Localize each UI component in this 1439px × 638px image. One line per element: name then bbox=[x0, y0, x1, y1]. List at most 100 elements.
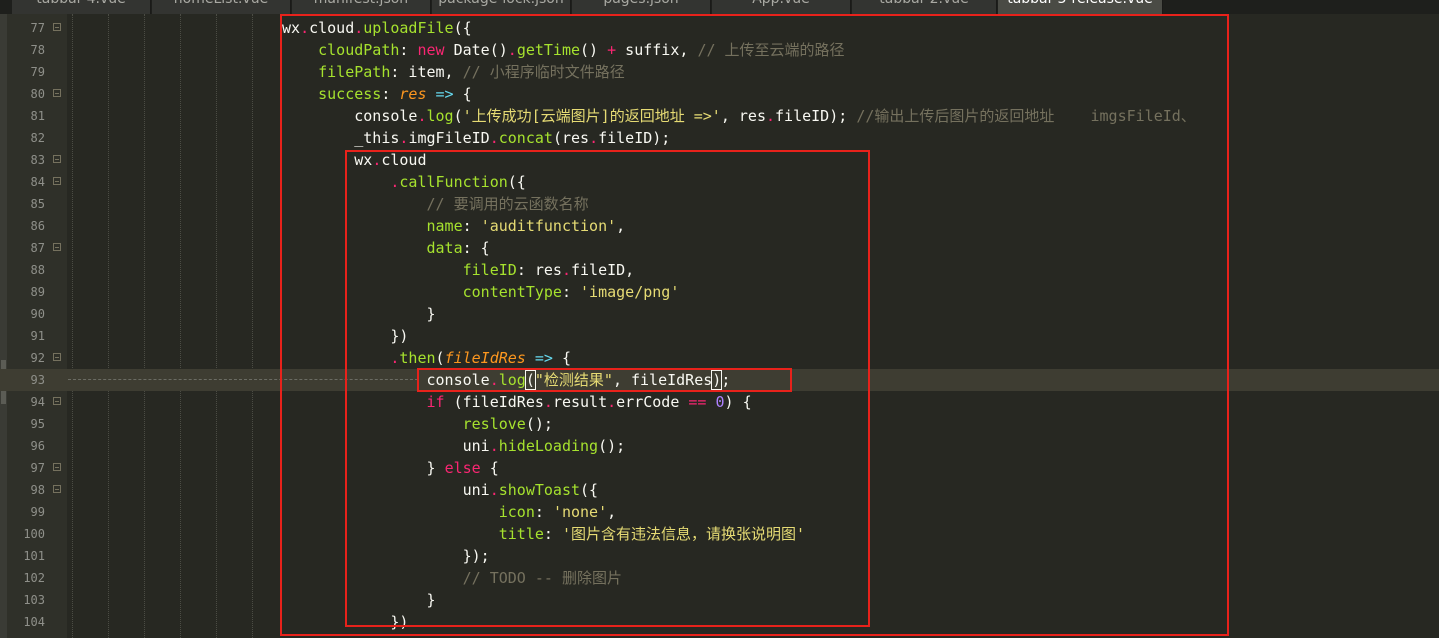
code-line[interactable]: 78 cloudPath: new Date().getTime() + suf… bbox=[0, 39, 1439, 61]
code-line[interactable]: 81 console.log('上传成功[云端图片]的返回地址 =>', res… bbox=[0, 105, 1439, 127]
code-line[interactable]: 82 _this.imgFileID.concat(res.fileID); bbox=[0, 127, 1439, 149]
code-text: } bbox=[282, 303, 435, 325]
code-line[interactable]: 101 }); bbox=[0, 545, 1439, 567]
code-line[interactable]: 90 } bbox=[0, 303, 1439, 325]
code-line[interactable]: 100 title: '图片含有违法信息，请换张说明图' bbox=[0, 523, 1439, 545]
code-text: console.log('上传成功[云端图片]的返回地址 =>', res.fi… bbox=[282, 105, 1196, 127]
line-number: 90 bbox=[30, 307, 45, 321]
code-line[interactable]: 102 // TODO -- 删除图片 bbox=[0, 567, 1439, 589]
code-token: if bbox=[426, 393, 445, 411]
fold-toggle-icon[interactable] bbox=[53, 397, 61, 405]
tab-2[interactable]: manifest.json bbox=[292, 0, 431, 14]
code-line[interactable]: 80 success: res => { bbox=[0, 83, 1439, 105]
fold-toggle-icon[interactable] bbox=[53, 243, 61, 251]
code-text: title: '图片含有违法信息，请换张说明图' bbox=[282, 523, 805, 545]
code-line[interactable]: 96 uni.hideLoading(); bbox=[0, 435, 1439, 457]
code-text: .callFunction({ bbox=[282, 171, 525, 193]
code-line[interactable]: 83 wx.cloud bbox=[0, 149, 1439, 171]
code-token: fileID, bbox=[571, 261, 635, 279]
code-token: ) bbox=[711, 370, 723, 390]
line-number: 82 bbox=[30, 131, 45, 145]
code-token: } bbox=[282, 591, 436, 609]
code-token: 'none' bbox=[552, 503, 608, 521]
code-token: : bbox=[381, 85, 400, 103]
code-token: '上传成功[云端图片]的返回地址 =>' bbox=[462, 107, 721, 125]
line-number: 99 bbox=[30, 505, 45, 519]
fold-toggle-icon[interactable] bbox=[53, 485, 61, 493]
fold-toggle-icon[interactable] bbox=[53, 463, 61, 471]
code-line[interactable]: 103 } bbox=[0, 589, 1439, 611]
fold-toggle-icon[interactable] bbox=[53, 177, 61, 185]
code-token: result bbox=[552, 393, 608, 411]
code-line[interactable]: 99 icon: 'none', bbox=[0, 501, 1439, 523]
tab-1[interactable]: homeList.vue bbox=[152, 0, 291, 14]
code-token: . bbox=[489, 437, 499, 455]
code-line[interactable]: 88 fileID: res.fileID, bbox=[0, 259, 1439, 281]
code-line[interactable]: 86 name: 'auditfunction', bbox=[0, 215, 1439, 237]
code-line[interactable]: 85 // 要调用的云函数名称 bbox=[0, 193, 1439, 215]
code-token: : bbox=[534, 503, 553, 521]
code-token: { bbox=[552, 349, 571, 367]
code-line[interactable]: 97 } else { bbox=[0, 457, 1439, 479]
code-line[interactable]: 87 data: { bbox=[0, 237, 1439, 259]
code-token: hideLoading bbox=[498, 437, 599, 455]
code-token: fileIdRes bbox=[444, 349, 526, 367]
code-text: } bbox=[282, 589, 436, 611]
line-number: 101 bbox=[23, 549, 45, 563]
tab-6[interactable]: tabbar-2.vue bbox=[852, 0, 997, 14]
code-text: uni.showToast({ bbox=[282, 479, 598, 501]
code-line[interactable]: 94 if (fileIdRes.result.errCode == 0) { bbox=[0, 391, 1439, 413]
tab-5[interactable]: App.vue bbox=[712, 0, 851, 14]
fold-toggle-icon[interactable] bbox=[53, 23, 61, 31]
line-number: 102 bbox=[23, 571, 45, 585]
code-token: }) bbox=[282, 327, 409, 345]
code-token: => bbox=[435, 85, 454, 103]
code-text: data: { bbox=[282, 237, 490, 259]
code-token: . bbox=[543, 393, 553, 411]
tab-label: App.vue bbox=[712, 0, 850, 7]
code-token: console bbox=[282, 107, 418, 125]
code-token: == bbox=[688, 393, 707, 411]
code-line[interactable]: 104 }) bbox=[0, 611, 1439, 633]
line-number: 91 bbox=[30, 329, 45, 343]
code-line[interactable]: 93 console.log("检测结果", fileIdRes); bbox=[0, 369, 1439, 391]
fold-toggle-icon[interactable] bbox=[53, 155, 61, 163]
code-editor[interactable]: 77 wx.cloud.uploadFile({78 cloudPath: new… bbox=[0, 14, 1439, 638]
code-text: name: 'auditfunction', bbox=[282, 215, 626, 237]
code-line[interactable]: 79 filePath: item, // 小程序临时文件路径 bbox=[0, 61, 1439, 83]
line-number: 79 bbox=[30, 65, 45, 79]
fold-toggle-icon[interactable] bbox=[53, 353, 61, 361]
fold-toggle-icon[interactable] bbox=[53, 89, 61, 97]
code-token: . bbox=[489, 481, 499, 499]
code-line[interactable]: 92 .then(fileIdRes => { bbox=[0, 347, 1439, 369]
tab-3[interactable]: package-lock.json bbox=[432, 0, 571, 14]
code-line[interactable]: 89 contentType: 'image/png' bbox=[0, 281, 1439, 303]
code-line[interactable]: 95 reslove(); bbox=[0, 413, 1439, 435]
line-number: 81 bbox=[30, 109, 45, 123]
code-token: errCode bbox=[616, 393, 689, 411]
line-number: 100 bbox=[23, 527, 45, 541]
code-token: . bbox=[300, 19, 310, 37]
code-token: else bbox=[444, 459, 481, 477]
code-token: console bbox=[282, 371, 490, 389]
line-number: 89 bbox=[30, 285, 45, 299]
code-token: then bbox=[399, 349, 436, 367]
tab-7[interactable]: tabbar-3-release.vue bbox=[998, 0, 1163, 14]
tab-4[interactable]: pages.json bbox=[572, 0, 711, 14]
code-token: . bbox=[507, 41, 517, 59]
code-token: success bbox=[318, 85, 382, 103]
code-line[interactable]: 91 }) bbox=[0, 325, 1439, 347]
code-text: } else { bbox=[282, 457, 498, 479]
code-text: }); bbox=[282, 545, 490, 567]
code-line[interactable]: 84 .callFunction({ bbox=[0, 171, 1439, 193]
code-line[interactable]: 98 uni.showToast({ bbox=[0, 479, 1439, 501]
code-text: console.log("检测结果", fileIdRes); bbox=[282, 369, 730, 391]
code-line[interactable]: 77 wx.cloud.uploadFile({ bbox=[0, 17, 1439, 39]
tab-0[interactable]: tabbar-4.vue bbox=[12, 0, 151, 14]
line-number: 77 bbox=[30, 21, 45, 35]
